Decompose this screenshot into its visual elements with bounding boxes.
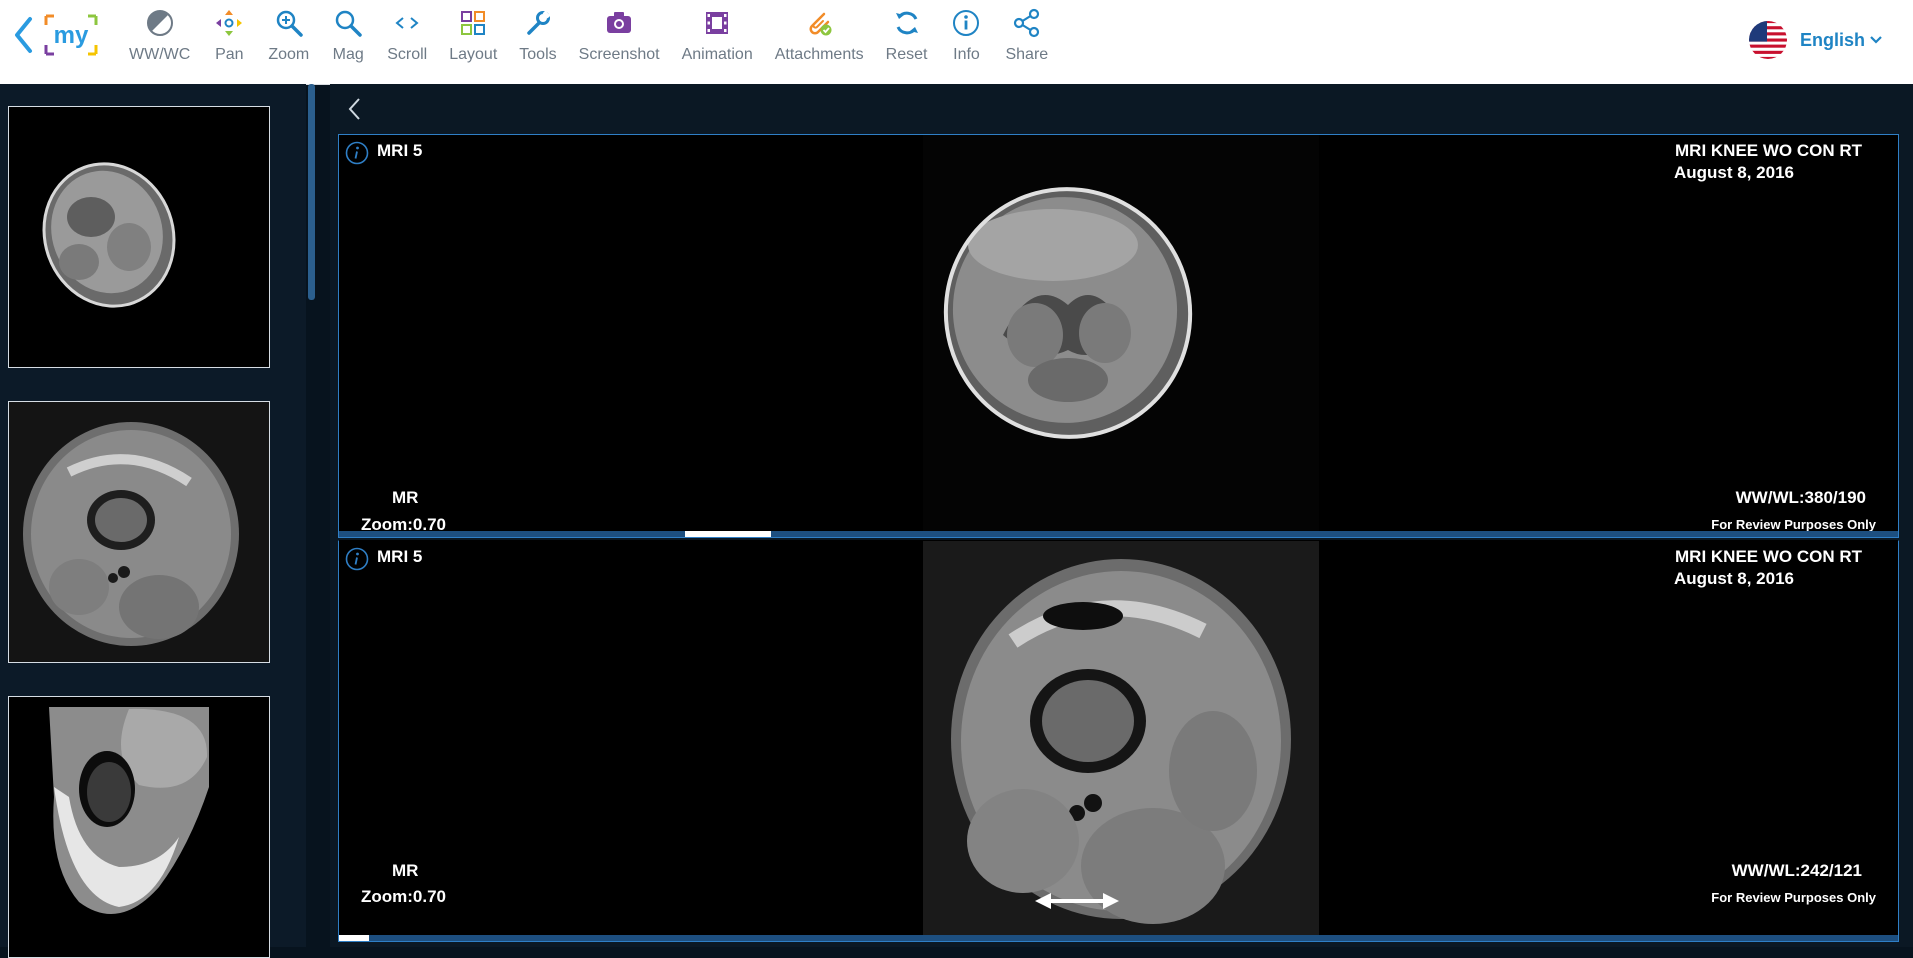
tool-pan-button[interactable]: Pan xyxy=(201,0,257,84)
series-thumbnail[interactable] xyxy=(8,106,270,368)
info-icon xyxy=(953,10,980,36)
mri-thumbnail-image xyxy=(9,402,269,662)
tool-label: Attachments xyxy=(774,46,864,63)
chevron-left-icon xyxy=(348,98,360,120)
paperclip-icon xyxy=(809,12,832,36)
tool-reset-button[interactable]: Reset xyxy=(875,0,939,84)
tool-zoom-button[interactable]: Zoom xyxy=(257,0,320,84)
logo-text: my xyxy=(54,22,89,49)
mri-thumbnail-image xyxy=(49,707,209,914)
tool-screenshot-button[interactable]: Screenshot xyxy=(568,0,671,84)
tool-label: Animation xyxy=(681,46,753,63)
series-thumbnail[interactable] xyxy=(8,401,270,663)
window-level-readout: WW/WL:380/190 xyxy=(1735,488,1866,507)
series-label: MRI 5 xyxy=(377,547,423,566)
tool-tools-button[interactable]: Tools xyxy=(508,0,567,84)
tool-label: Share xyxy=(1005,46,1049,63)
study-description: MRI KNEE WO CON RT xyxy=(1675,547,1862,566)
tool-label: Scroll xyxy=(387,46,428,63)
toolbar: my WW/WC Pan Zoom Mag Scroll Layout Tool… xyxy=(0,0,1913,84)
mri-axial-image xyxy=(923,541,1319,941)
tool-label: Pan xyxy=(215,46,244,63)
tool-label: Tools xyxy=(519,46,557,63)
viewport-scrollbar[interactable] xyxy=(339,531,1898,537)
zoom-readout: Zoom:0.70 xyxy=(361,887,447,906)
modality-label: MR xyxy=(392,488,419,507)
study-description: MRI KNEE WO CON RT xyxy=(1675,141,1862,160)
series-sidebar xyxy=(0,84,306,958)
collapse-sidebar-button[interactable] xyxy=(340,94,370,124)
tool-label: WW/WC xyxy=(129,46,191,63)
review-notice: For Review Purposes Only xyxy=(1711,517,1876,532)
film-icon xyxy=(706,12,729,34)
layout-grid-icon xyxy=(461,11,486,35)
tool-label: Layout xyxy=(449,46,498,63)
scrollbar-handle[interactable] xyxy=(339,935,369,941)
logo[interactable]: my xyxy=(42,12,100,58)
viewport-info-icon[interactable] xyxy=(345,141,369,165)
tool-wwwc-button[interactable]: WW/WC xyxy=(118,0,201,84)
window-level-readout: WW/WL:242/121 xyxy=(1731,861,1862,880)
magnifier-icon xyxy=(335,10,362,37)
language-selector[interactable]: English xyxy=(1748,20,1883,60)
language-label: English xyxy=(1799,29,1865,50)
contrast-icon xyxy=(146,10,173,36)
us-flag-icon xyxy=(1748,21,1787,59)
tool-label: Zoom xyxy=(268,46,310,63)
mri-thumbnail-image xyxy=(42,162,176,308)
share-icon xyxy=(1013,8,1039,38)
viewport-info-icon[interactable] xyxy=(345,547,369,571)
tool-info-button[interactable]: Info xyxy=(938,0,994,84)
tool-animation-button[interactable]: Animation xyxy=(671,0,764,84)
pan-arrows-icon xyxy=(216,10,243,36)
my-logo-icon: my xyxy=(44,14,98,56)
scrollbar-handle[interactable] xyxy=(685,531,771,537)
series-thumbnail[interactable] xyxy=(8,696,270,958)
study-date: August 8, 2016 xyxy=(1674,569,1794,588)
series-label: MRI 5 xyxy=(377,141,423,160)
tool-label: Info xyxy=(953,46,980,63)
sidebar-scrollbar[interactable] xyxy=(308,84,315,300)
wrench-icon xyxy=(527,10,551,35)
back-button[interactable] xyxy=(10,12,36,58)
study-date: August 8, 2016 xyxy=(1674,163,1794,182)
reset-icon xyxy=(895,11,918,35)
tool-label: Reset xyxy=(885,46,928,63)
modality-label: MR xyxy=(392,861,419,880)
chevron-down-icon xyxy=(1870,36,1882,44)
viewport-2[interactable]: MRI 5 MRI KNEE WO CON RT August 8, 2016 … xyxy=(338,540,1899,942)
tool-label: Screenshot xyxy=(578,46,660,63)
viewport-1[interactable]: MRI 5 MRI KNEE WO CON RT August 8, 2016 … xyxy=(338,134,1899,538)
tool-layout-button[interactable]: Layout xyxy=(438,0,508,84)
review-notice: For Review Purposes Only xyxy=(1711,890,1876,905)
viewport-scrollbar[interactable] xyxy=(339,935,1898,941)
camera-icon xyxy=(607,12,632,33)
mri-axial-image xyxy=(923,135,1319,537)
chevron-left-icon xyxy=(15,17,32,53)
tool-strip: WW/WC Pan Zoom Mag Scroll Layout Tools S… xyxy=(118,0,1059,84)
tool-attachments-button[interactable]: Attachments xyxy=(764,0,875,84)
tool-share-button[interactable]: Share xyxy=(994,0,1059,84)
tool-label: Mag xyxy=(332,46,364,63)
tool-mag-button[interactable]: Mag xyxy=(320,0,376,84)
scroll-arrows-icon xyxy=(395,17,419,29)
tool-scroll-button[interactable]: Scroll xyxy=(376,0,438,84)
zoom-icon xyxy=(276,10,303,37)
